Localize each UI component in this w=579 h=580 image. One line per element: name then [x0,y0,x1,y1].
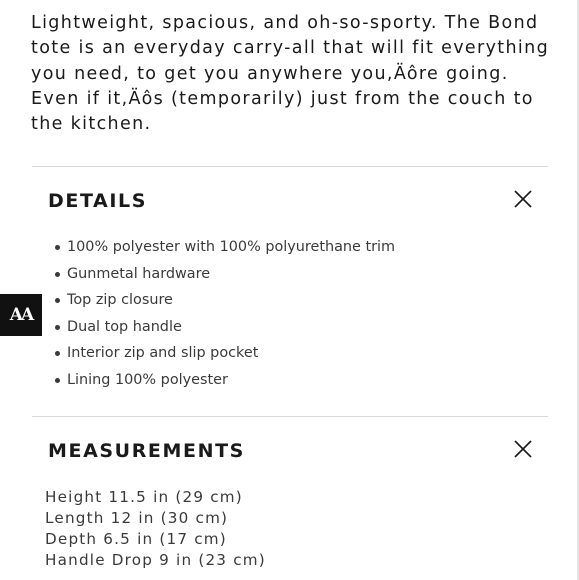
divider [32,416,548,417]
details-item: Dual top handle [52,316,395,343]
details-title: DETAILS [48,190,148,212]
measurements-close-button[interactable] [511,437,535,461]
product-description-page: Lightweight, spacious, and oh-so-sporty.… [0,0,579,580]
divider [32,166,548,167]
measurements-title: MEASUREMENTS [48,440,245,462]
details-item: 100% polyester with 100% polyurethane tr… [52,236,395,263]
measurement-item: Length 12 in (30 cm) [45,509,229,527]
measurement-item: Depth 6.5 in (17 cm) [45,530,227,548]
close-icon [514,440,532,458]
details-item: Interior zip and slip pocket [52,342,395,369]
measurement-item: Height 11.5 in (29 cm) [45,488,243,506]
measurement-item: Handle Drop 9 in (23 cm) [45,551,266,569]
details-list: 100% polyester with 100% polyurethane tr… [52,236,395,396]
details-item: Top zip closure [52,289,395,316]
accessibility-button[interactable]: AA [0,294,42,336]
details-item: Gunmetal hardware [52,263,395,290]
product-description: Lightweight, spacious, and oh-so-sporty.… [31,13,550,135]
details-item: Lining 100% polyester [52,369,395,396]
details-close-button[interactable] [511,187,535,211]
close-icon [514,190,532,208]
measurements-list: Height 11.5 in (29 cm) Length 12 in (30 … [45,487,266,571]
